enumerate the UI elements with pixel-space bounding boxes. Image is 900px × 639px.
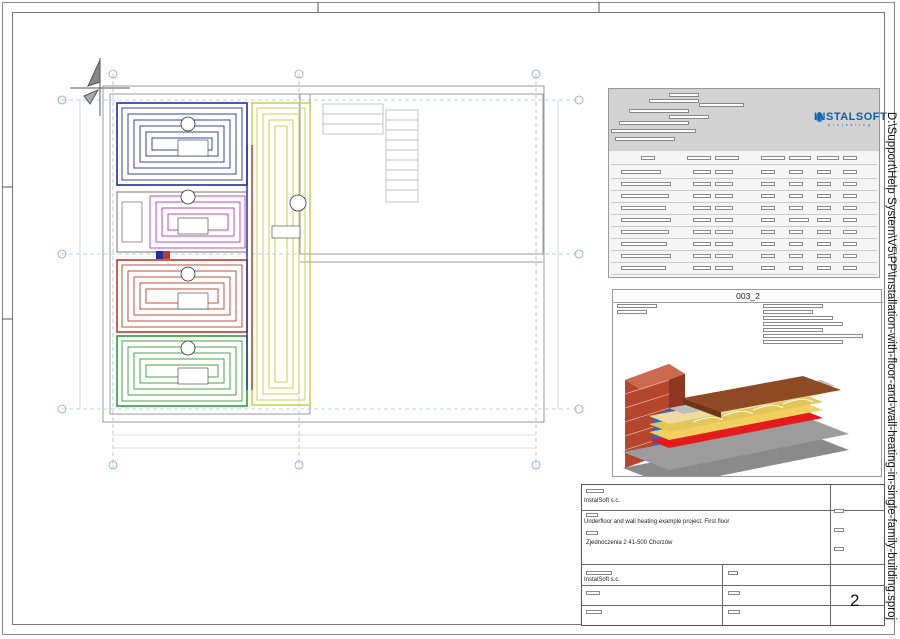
- table-row: [611, 215, 877, 227]
- table-row: [611, 251, 877, 263]
- table-row: [611, 191, 877, 203]
- stairs: [322, 103, 419, 203]
- table-row: [611, 203, 877, 215]
- floor-section-detail[interactable]: 003_2: [612, 289, 883, 477]
- file-path-label: D:\Support\Help System\V5\PP\Installatio…: [884, 96, 898, 636]
- table-row: [611, 263, 877, 275]
- logo-subtext: p r o j e k t i n g: [828, 123, 871, 127]
- table-row: [611, 179, 877, 191]
- title-block[interactable]: InstalSoft s.c. Underfloor and wall heat…: [581, 484, 885, 626]
- project-address: Zjednoczenia 2 41-500 Chorzów: [586, 540, 673, 546]
- sheet-number: 2: [850, 591, 860, 610]
- instalsoft-logo: INSTALSOFT: [814, 111, 888, 123]
- company-name: InstalSoft s.c.: [584, 498, 621, 504]
- north-arrow-icon: [70, 58, 130, 116]
- table-header: INSTALSOFT p r o j e k t i n g: [609, 89, 887, 151]
- table-row: [611, 227, 877, 239]
- table-row: [611, 239, 877, 251]
- project-description: Underfloor and wall heating example proj…: [584, 519, 730, 525]
- floor-layers-3d-illustration: [623, 364, 849, 476]
- author-company: InstalSoft s.c.: [584, 577, 621, 583]
- table-row: [611, 167, 877, 179]
- file-path-text: D:\Support\Help System\V5\PP\Installatio…: [885, 111, 897, 621]
- table-row: [611, 153, 877, 165]
- heating-data-table[interactable]: INSTALSOFT p r o j e k t i n g: [608, 88, 887, 278]
- dimension-lines: [79, 100, 559, 449]
